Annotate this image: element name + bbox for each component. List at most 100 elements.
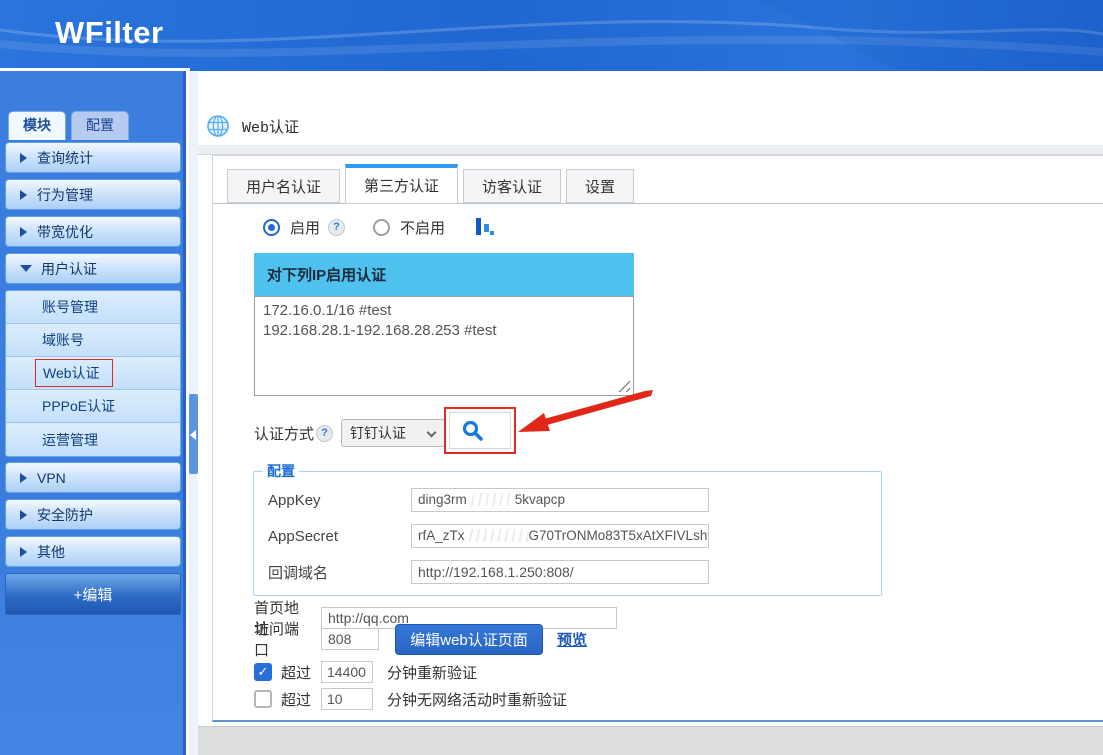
appkey-label: AppKey <box>268 492 411 509</box>
sidebar-submenu: 账号管理 域账号 Web认证 PPPoE认证 运营管理 <box>5 290 181 457</box>
banner-wave-decoration <box>0 0 1103 71</box>
idle-suffix-label: 分钟无网络活动时重新验证 <box>387 689 567 710</box>
sidebar-collapse-handle[interactable] <box>189 394 198 474</box>
tab-guest-auth[interactable]: 访客认证 <box>463 169 561 203</box>
sidebar-subitem-web-auth[interactable]: Web认证 <box>6 357 180 390</box>
chevron-down-icon <box>427 428 437 438</box>
bar-chart-icon[interactable] <box>475 215 495 239</box>
tab-settings[interactable]: 设置 <box>566 169 634 203</box>
config-fieldset: 配置 AppKey ding3rm 5kvapcp AppSecret rfA_z… <box>253 461 882 596</box>
sidebar-subitem-operation-mgmt[interactable]: 运营管理 <box>6 423 180 456</box>
main-content: Web认证 用户名认证 第三方认证 访客认证 设置 启用 ? 不启用 <box>198 71 1103 726</box>
port-input[interactable] <box>321 628 379 650</box>
sidebar-item-label: VPN <box>37 470 66 486</box>
sidebar-subitem-label: 账号管理 <box>42 297 98 317</box>
callback-input[interactable] <box>411 560 709 584</box>
sidebar-item-label: 其他 <box>37 542 65 562</box>
red-rect-annotation <box>444 407 516 454</box>
sidebar-subitem-label: PPPoE认证 <box>42 396 115 416</box>
reauth-rule-row: 超过 分钟无网络活动时重新验证 <box>254 688 567 710</box>
sidebar-tab-config[interactable]: 配置 <box>71 111 129 140</box>
sidebar-item-user-auth[interactable]: 用户认证 <box>5 253 181 284</box>
sidebar-subitem-label: 域账号 <box>42 330 84 350</box>
appkey-input[interactable]: ding3rm 5kvapcp <box>411 488 709 512</box>
edit-modules-button[interactable]: +编辑 <box>5 573 181 615</box>
edit-web-auth-page-button[interactable]: 编辑web认证页面 <box>395 624 543 655</box>
sidebar-item-label: 查询统计 <box>37 148 93 168</box>
reauth-timeout-checkbox[interactable] <box>254 663 272 681</box>
redaction-scribble <box>466 529 528 542</box>
sidebar-item-others[interactable]: 其他 <box>5 536 181 567</box>
disable-label: 不启用 <box>400 217 445 238</box>
chevron-right-icon <box>20 227 27 237</box>
appsecret-label: AppSecret <box>268 528 411 545</box>
callback-label: 回调域名 <box>268 562 411 583</box>
sidebar-item-security[interactable]: 安全防护 <box>5 499 181 530</box>
sidebar: 模块 配置 查询统计 行为管理 带宽优化 用户认证 账号管理 <box>0 71 186 755</box>
preview-link[interactable]: 预览 <box>557 629 587 650</box>
callback-row: 回调域名 <box>268 560 881 584</box>
exceed-label: 超过 <box>281 662 311 683</box>
idle-minutes-input[interactable] <box>321 688 373 710</box>
help-icon[interactable]: ? <box>328 219 345 236</box>
sidebar-tabs: 模块 配置 <box>8 111 134 140</box>
chevron-right-icon <box>20 153 27 163</box>
exceed-label: 超过 <box>281 689 311 710</box>
page-header: Web认证 <box>207 115 299 137</box>
ip-list-header: 对下列IP启用认证 <box>254 253 634 296</box>
ip-list-textarea[interactable]: 172.16.0.1/16 #test 192.168.28.1-192.168… <box>254 296 634 396</box>
radio-disable[interactable] <box>373 219 390 236</box>
enable-row: 启用 ? 不启用 <box>263 214 495 240</box>
port-row: 访问端口 编辑web认证页面 预览 <box>254 623 587 655</box>
reauth-rule-row: 超过 分钟重新验证 <box>254 661 477 683</box>
auth-method-selected-value: 钉钉认证 <box>350 423 406 443</box>
sidebar-item-label: 用户认证 <box>41 259 97 279</box>
sidebar-subitem-label: Web认证 <box>43 365 100 381</box>
chevron-right-icon <box>20 510 27 520</box>
sidebar-item-label: 带宽优化 <box>37 222 93 242</box>
reauth-suffix-label: 分钟重新验证 <box>387 662 477 683</box>
chevron-right-icon <box>20 547 27 557</box>
appsecret-row: AppSecret rfA_zTxG70TrONMo83T5xAtXFIVLsh… <box>268 524 881 548</box>
sidebar-item-label: 行为管理 <box>37 185 93 205</box>
idle-reauth-checkbox[interactable] <box>254 690 272 708</box>
auth-settings-panel: 用户名认证 第三方认证 访客认证 设置 启用 ? 不启用 <box>212 155 1103 722</box>
tab-third-party-auth[interactable]: 第三方认证 <box>345 164 458 204</box>
appkey-prefix: ding3rm <box>418 492 467 507</box>
sidebar-subitem-account-mgmt[interactable]: 账号管理 <box>6 291 180 324</box>
search-icon <box>461 419 485 443</box>
auth-tabs: 用户名认证 第三方认证 访客认证 设置 <box>227 163 639 203</box>
help-icon[interactable]: ? <box>316 425 333 442</box>
page-title: Web认证 <box>242 116 299 137</box>
footer-strip <box>198 726 1103 755</box>
sidebar-item-query-stats[interactable]: 查询统计 <box>5 142 181 173</box>
sidebar-item-bandwidth-opt[interactable]: 带宽优化 <box>5 216 181 247</box>
reauth-minutes-input[interactable] <box>321 661 373 683</box>
redaction-scribble <box>468 493 514 506</box>
wfilter-logo: WFilter <box>55 15 164 51</box>
radio-enable[interactable] <box>263 219 280 236</box>
appsecret-suffix: G70TrONMo83T5xAtXFIVLshvsi5s <box>529 528 709 543</box>
config-legend: 配置 <box>263 461 299 481</box>
appsecret-input[interactable]: rfA_zTxG70TrONMo83T5xAtXFIVLshvsi5s <box>411 524 709 548</box>
sidebar-subitem-domain-account[interactable]: 域账号 <box>6 324 180 357</box>
chevron-down-icon <box>20 265 32 272</box>
search-auth-button[interactable] <box>449 412 511 449</box>
auth-method-row: 认证方式 ? 钉钉认证 <box>254 418 445 448</box>
sidebar-item-behavior-mgmt[interactable]: 行为管理 <box>5 179 181 210</box>
top-banner: WFilter <box>0 0 1103 71</box>
port-label: 访问端口 <box>254 618 312 660</box>
chevron-right-icon <box>20 473 27 483</box>
sidebar-menu: 查询统计 行为管理 带宽优化 用户认证 账号管理 域账号 <box>5 142 181 615</box>
globe-icon <box>207 115 229 137</box>
appkey-row: AppKey ding3rm 5kvapcp <box>268 488 881 512</box>
enable-label: 启用 <box>290 217 320 238</box>
sidebar-item-vpn[interactable]: VPN <box>5 462 181 493</box>
appkey-suffix: 5kvapcp <box>515 492 565 507</box>
auth-method-select[interactable]: 钉钉认证 <box>341 419 445 447</box>
sidebar-tab-modules[interactable]: 模块 <box>8 111 66 140</box>
sidebar-subitem-pppoe-auth[interactable]: PPPoE认证 <box>6 390 180 423</box>
sidebar-subitem-label: 运营管理 <box>42 430 98 450</box>
tab-username-auth[interactable]: 用户名认证 <box>227 169 340 203</box>
auth-method-label: 认证方式 <box>254 423 314 444</box>
